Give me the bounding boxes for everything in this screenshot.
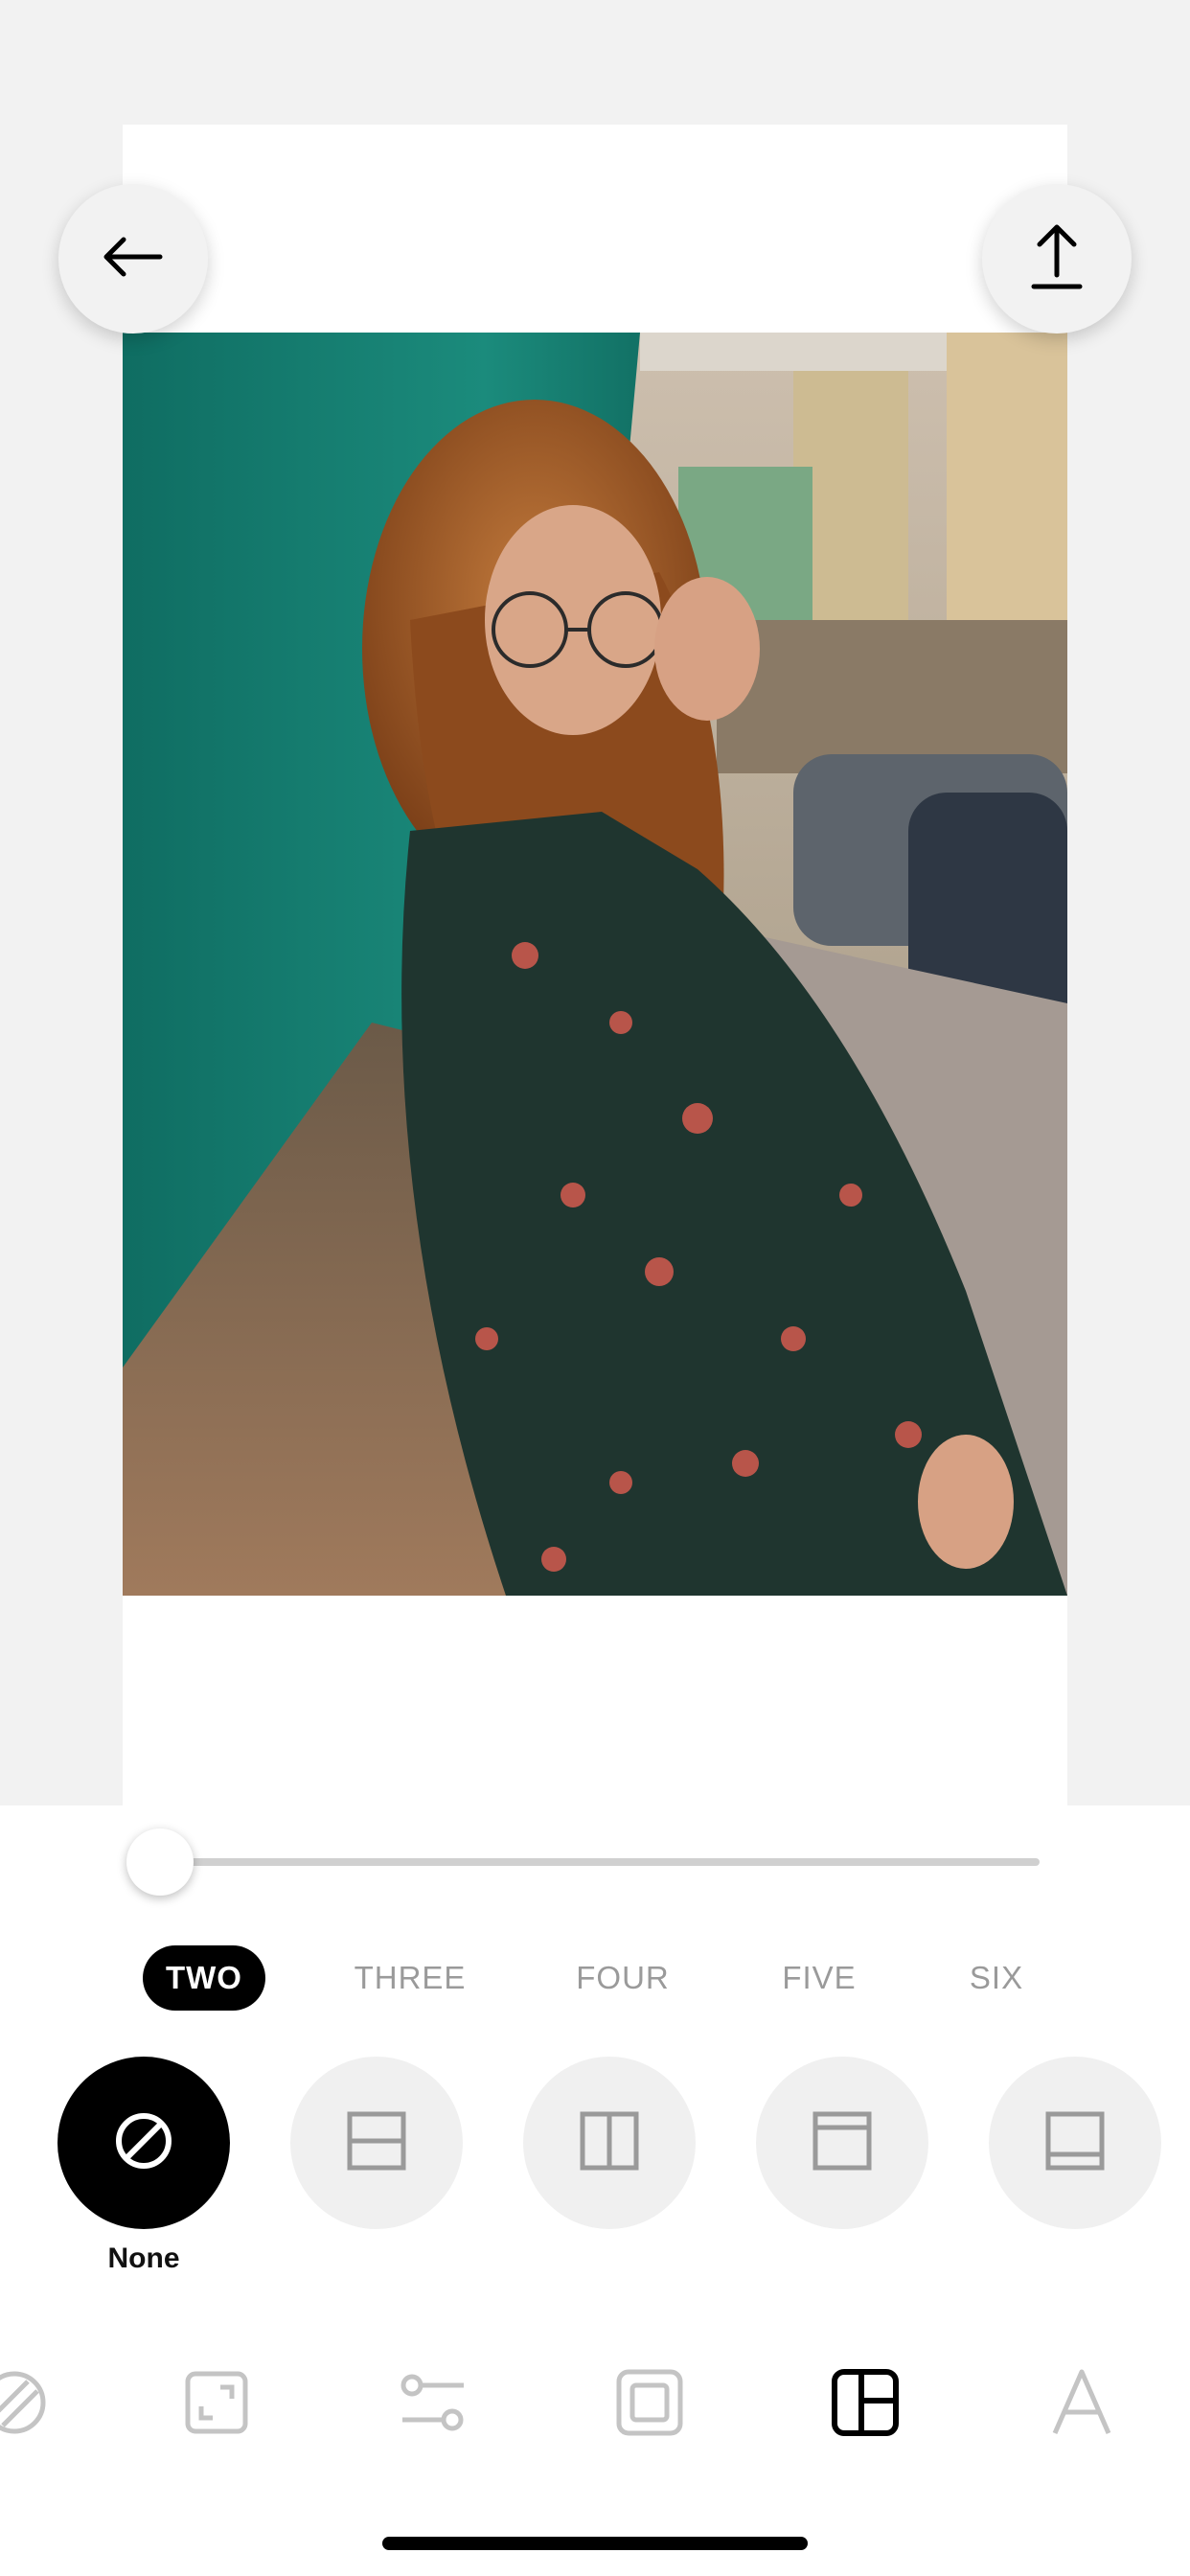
border-icon [615,2368,684,2442]
none-icon [113,2110,174,2176]
filter-icon [0,2368,49,2442]
layout-option-top[interactable] [756,2057,928,2229]
tool-resize[interactable] [173,2361,260,2448]
text-icon [1047,2368,1116,2442]
layout-option-none[interactable] [57,2057,230,2229]
layout-option-vertical[interactable] [523,2057,696,2229]
adjust-icon [399,2368,468,2442]
split-horizontal-icon [346,2110,407,2176]
tool-filter[interactable] [0,2361,57,2448]
tool-adjust[interactable] [390,2361,476,2448]
slider-track[interactable] [149,1858,1040,1866]
tab-three[interactable]: THREE [347,1945,473,2011]
split-bottom-icon [1044,2110,1106,2176]
tool-layout[interactable] [822,2361,908,2448]
back-button[interactable] [58,184,208,334]
tab-five[interactable]: FIVE [767,1945,872,2011]
share-button[interactable] [982,184,1132,334]
resize-icon [182,2368,251,2442]
photo[interactable] [123,333,1067,1596]
tab-two[interactable]: TWO [143,1945,265,2011]
tool-border[interactable] [606,2361,693,2448]
slider-knob[interactable] [126,1828,194,1896]
layout-option-label: None [107,2242,180,2274]
tab-six[interactable]: SIX [958,1945,1035,2011]
layout-option-horizontal[interactable] [290,2057,463,2229]
photo-illustration [123,333,1067,1596]
layout-option-bottom[interactable] [989,2057,1161,2229]
layout-icon [831,2368,900,2442]
upload-icon [1030,223,1084,295]
home-indicator [382,2537,808,2550]
arrow-left-icon [103,236,164,283]
split-vertical-icon [579,2110,640,2176]
tab-four[interactable]: FOUR [565,1945,680,2011]
split-top-icon [812,2110,873,2176]
tool-text[interactable] [1039,2361,1125,2448]
